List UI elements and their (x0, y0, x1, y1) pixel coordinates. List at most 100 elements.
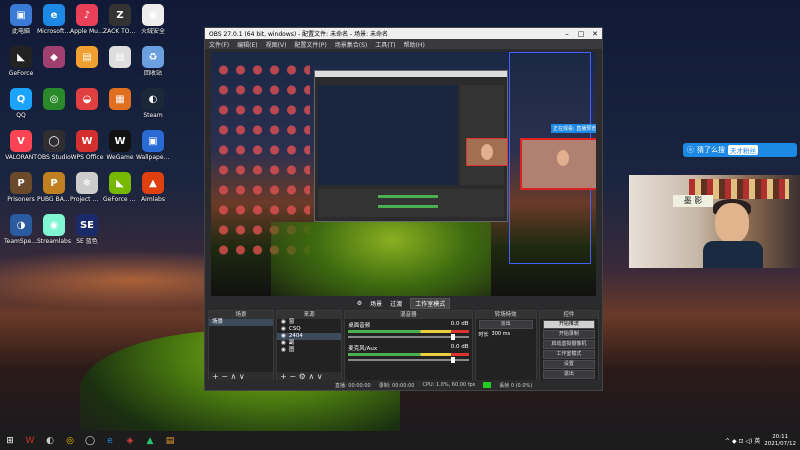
source-label: 窗 (288, 319, 295, 325)
virtual-camera-button[interactable]: 启动虚拟摄像机 (542, 340, 595, 349)
desktop-icon[interactable]: Q QQ (4, 88, 38, 130)
desktop-icon[interactable]: Z ZACK TOOL (103, 4, 137, 46)
mode-bar: ⚙ 场景 过渡 工作室模式 (205, 297, 602, 309)
settings-button[interactable]: 设置 (542, 360, 595, 369)
desktop-icon[interactable]: P PUBG BATTLEGROUNDS (37, 172, 71, 214)
desktop-icon[interactable]: e Microsoft Edge (37, 4, 71, 46)
desktop-icon-label: Steam (143, 112, 163, 119)
taskbar-netease-icon[interactable]: ◈ (120, 431, 140, 450)
transitions-title: 转场特效 (475, 311, 536, 319)
desktop-icon[interactable]: W WPS Office (70, 130, 104, 172)
source-item[interactable]: ◉ CSQ (277, 326, 341, 333)
duration-input[interactable]: 300 ms (492, 331, 511, 338)
source-item[interactable]: ◉ 副 (277, 340, 341, 347)
taskbar-obs-icon[interactable]: ◯ (80, 431, 100, 450)
mixer-title: 混音器 (345, 311, 472, 319)
desktop-icon[interactable]: ❄ Project Winter (70, 172, 104, 214)
clock[interactable]: 20:11 2021/07/12 (764, 434, 796, 448)
volume-slider[interactable] (348, 334, 469, 340)
desktop-icon[interactable]: ♪ Apple Music (70, 4, 104, 46)
desktop-icon[interactable]: ▤ (70, 46, 104, 88)
desktop-icon-label: 火绒安全 (140, 28, 165, 35)
desktop-icon[interactable]: ▦ (103, 88, 137, 130)
menu-edit[interactable]: 编辑(E) (237, 40, 257, 49)
desktop-icon[interactable]: ◒ (70, 88, 104, 130)
eye-icon[interactable]: ◉ (281, 326, 286, 333)
taskbar-folder-icon[interactable]: ▤ (160, 431, 180, 450)
app-icon: ▣ (10, 4, 32, 26)
desktop-icon[interactable]: ◐ Steam (136, 88, 170, 130)
menu-view[interactable]: 视图(V) (266, 40, 287, 49)
preview-overlay-label: 正在观看: 直播预览 (551, 124, 596, 133)
desktop-icon[interactable]: ◯ OBS Studio (37, 130, 71, 172)
desktop-icon[interactable]: ◉ 火绒安全 (136, 4, 170, 46)
eye-icon[interactable]: ◉ (281, 319, 286, 326)
taskbar: ⊞ W ◐ ◎ ◯ e ◈ ▲ ▤ ^ ◆ ⊡ ◁) 英 20:11 2021/07/12 (0, 431, 800, 450)
source-item[interactable]: ◉ 窗 (277, 319, 341, 326)
desktop-icon[interactable]: W WeGame (103, 130, 137, 172)
menu-help[interactable]: 帮助(H) (404, 40, 425, 49)
desktop-icon[interactable]: ◣ GeForce Experience (103, 172, 137, 214)
transition-select[interactable]: 淡出 (478, 320, 533, 329)
webcam-source[interactable] (520, 138, 596, 190)
duration-label: 时长 (478, 332, 489, 338)
desktop-icon[interactable]: V VALORANT (4, 130, 38, 172)
desktop-icon[interactable]: ◎ (37, 88, 71, 130)
scene-item[interactable]: 场景 (209, 319, 274, 326)
taskbar-chrome-icon[interactable]: ◎ (60, 431, 80, 450)
gear-icon[interactable]: ⚙ (357, 300, 362, 307)
obs-titlebar[interactable]: OBS 27.0.1 (64 bit, windows) - 配置文件: 未命名… (205, 28, 602, 39)
app-icon: ▤ (109, 46, 131, 68)
source-label: 2404 (288, 333, 303, 339)
desktop-icon[interactable]: ▤ (103, 46, 137, 88)
menu-scene-collection[interactable]: 场景集合(S) (335, 40, 368, 49)
desktop-icon[interactable]: ◑ TeamSpeak (4, 214, 38, 256)
close-icon[interactable]: ✕ (588, 30, 602, 38)
start-streaming-button[interactable]: 开始推流 (542, 320, 595, 329)
desktop-icon[interactable]: ▣ Wallpaper Engine (136, 130, 170, 172)
taskbar-app-icon[interactable]: ▲ (140, 431, 160, 450)
source-item[interactable]: ◉ 图 (277, 347, 341, 354)
scenes-title: 场景 (209, 311, 274, 319)
desktop-icon[interactable]: ▣ 此电脑 (4, 4, 38, 46)
preview-canvas[interactable]: 正在观看: 直播预览 (211, 52, 596, 296)
desktop-icon-label: Project Winter (70, 196, 104, 203)
source-item[interactable]: ◉ 2404 (277, 333, 342, 340)
slider-handle[interactable] (450, 357, 455, 363)
exit-button[interactable]: 退出 (542, 370, 595, 379)
desktop-icon[interactable]: ◣ GeForce (4, 46, 38, 88)
eye-icon[interactable]: ◉ (281, 347, 286, 354)
studio-mode-button[interactable]: 工作室模式 (410, 297, 451, 309)
menu-bar: 文件(F) 编辑(E) 视图(V) 配置文件(P) 场景集合(S) 工具(T) … (205, 39, 602, 49)
status-bar: 直播: 00:00:00 录制: 00:00:00 CPU: 1.0%, 60.… (205, 380, 602, 390)
taskbar-start-icon[interactable]: ⊞ (0, 431, 20, 450)
taskbar-steam-icon[interactable]: ◐ (40, 431, 60, 450)
tray-icons[interactable]: ^ ◆ ⊡ ◁) 英 (725, 436, 760, 445)
webcam-overlay: 墨 影 (629, 175, 800, 268)
menu-tools[interactable]: 工具(T) (375, 40, 395, 49)
start-recording-button[interactable]: 开始录制 (542, 330, 595, 339)
taskbar-edge-icon[interactable]: e (100, 431, 120, 450)
studio-mode-toggle[interactable]: 工作室模式 (542, 350, 595, 359)
desktop-icon[interactable]: SE SE 蓝色 (70, 214, 104, 256)
minimize-icon[interactable]: – (560, 30, 574, 38)
volume-meter (348, 330, 469, 333)
desktop-icon[interactable]: ◉ Streamlabs (37, 214, 71, 256)
menu-file[interactable]: 文件(F) (209, 40, 229, 49)
desktop-icon[interactable]: ♻ 回收站 (136, 46, 170, 88)
desktop-icon-label: 回收站 (143, 70, 162, 77)
desktop-icon-label: Microsoft Edge (37, 28, 71, 35)
desktop-icon-label: Wallpaper Engine (136, 154, 170, 161)
app-icon: ◎ (43, 88, 65, 110)
slider-handle[interactable] (450, 334, 455, 340)
maximize-icon[interactable]: □ (574, 30, 588, 38)
eye-icon[interactable]: ◉ (281, 333, 286, 340)
menu-profile[interactable]: 配置文件(P) (294, 40, 326, 49)
desktop-icon[interactable]: ▲ Aimlabs (136, 172, 170, 214)
eye-icon[interactable]: ◉ (281, 340, 286, 347)
taskbar-wps-icon[interactable]: W (20, 431, 40, 450)
volume-slider[interactable] (348, 357, 469, 363)
obs-window[interactable]: OBS 27.0.1 (64 bit, windows) - 配置文件: 未命名… (204, 27, 603, 391)
desktop-icon[interactable]: ◆ (37, 46, 71, 88)
desktop-icon[interactable]: P Prisoners (4, 172, 38, 214)
